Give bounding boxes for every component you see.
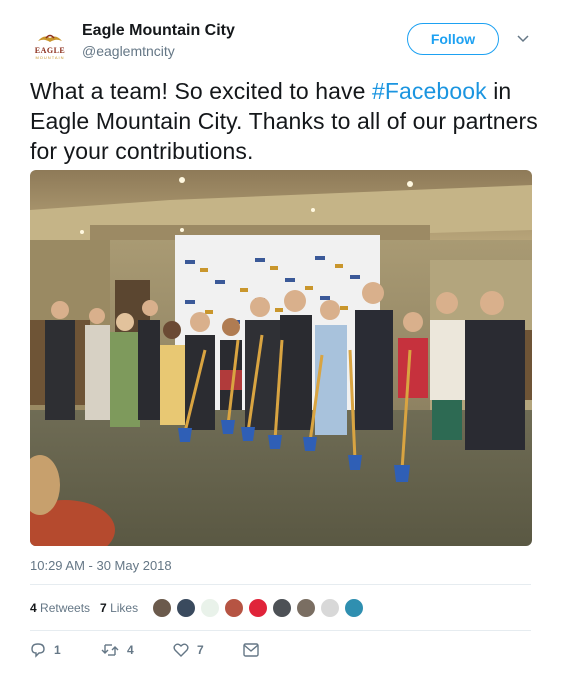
divider xyxy=(30,584,531,585)
liker-avatar[interactable] xyxy=(248,598,269,618)
reply-action[interactable]: 1 xyxy=(30,642,101,658)
heart-icon xyxy=(173,643,189,657)
tweet-photo[interactable] xyxy=(30,170,532,546)
eagle-logo-icon xyxy=(38,34,62,42)
retweets-stat[interactable]: 4 Retweets xyxy=(30,601,90,615)
liker-avatar[interactable] xyxy=(224,598,245,618)
like-action[interactable]: 7 xyxy=(173,642,243,658)
liker-avatar[interactable] xyxy=(200,598,221,618)
likes-count: 7 xyxy=(100,601,107,615)
liker-avatars xyxy=(152,598,368,618)
follow-button[interactable]: Follow xyxy=(407,23,499,55)
reply-icon xyxy=(31,643,45,658)
retweet-count: 4 xyxy=(127,643,134,657)
tweet-text-part: What a team! So excited to have xyxy=(30,78,372,104)
envelope-icon xyxy=(243,643,259,657)
like-count: 7 xyxy=(197,643,204,657)
liker-avatar[interactable] xyxy=(296,598,317,618)
retweets-count: 4 xyxy=(30,601,37,615)
likes-stat[interactable]: 7 Likes xyxy=(100,601,138,615)
retweet-action[interactable]: 4 xyxy=(101,642,173,658)
liker-avatar[interactable] xyxy=(272,598,293,618)
retweet-icon xyxy=(101,644,119,656)
engagement-bar: 4 Retweets 7 Likes xyxy=(30,596,368,620)
liker-avatar[interactable] xyxy=(152,598,173,618)
logo-wordmark: EAGLE xyxy=(34,46,66,55)
chevron-down-icon[interactable] xyxy=(517,34,529,44)
groundbreaking-photo xyxy=(30,170,532,546)
tweet-timestamp[interactable]: 10:29 AM - 30 May 2018 xyxy=(30,558,172,573)
tweet-header: EAGLE MOUNTAIN Eagle Mountain City @eagl… xyxy=(0,0,561,70)
tweet-actions: 1 4 7 xyxy=(30,641,259,659)
account-name[interactable]: Eagle Mountain City xyxy=(82,22,235,40)
direct-message-action[interactable] xyxy=(243,643,259,657)
account-avatar[interactable]: EAGLE MOUNTAIN xyxy=(30,26,70,66)
divider xyxy=(30,630,531,631)
account-handle[interactable]: @eaglemtncity xyxy=(82,43,175,59)
likes-label: Likes xyxy=(106,601,139,615)
liker-avatar[interactable] xyxy=(344,598,365,618)
tweet-text: What a team! So excited to have #Faceboo… xyxy=(30,76,540,166)
liker-avatar[interactable] xyxy=(320,598,341,618)
hashtag-link[interactable]: #Facebook xyxy=(372,78,487,104)
reply-count: 1 xyxy=(54,643,61,657)
retweets-label: Retweets xyxy=(36,601,91,615)
logo-subtext: MOUNTAIN xyxy=(35,55,65,60)
liker-avatar[interactable] xyxy=(176,598,197,618)
